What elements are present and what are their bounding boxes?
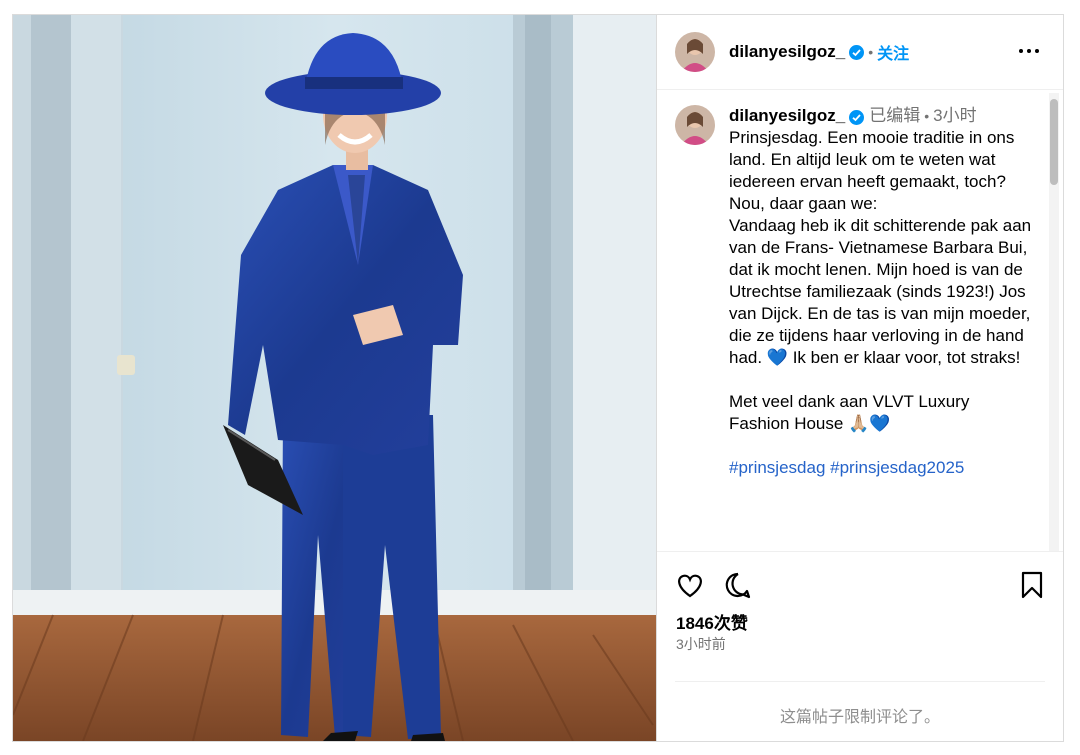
post-actions (675, 570, 1047, 602)
likes-count[interactable]: 1846次赞 (676, 609, 748, 634)
photo-image (13, 15, 656, 741)
caption-header: dilanyesilgoz_ 已编辑 • 3小时 (729, 105, 1034, 127)
separator-dot: • (924, 108, 930, 124)
caption-gap (729, 435, 1034, 457)
caption-time[interactable]: 3小时 (933, 105, 976, 127)
caption-avatar[interactable] (675, 105, 715, 145)
separator-dot: • (868, 44, 874, 60)
post-side-panel: dilanyesilgoz_ • 关注 dilanyesilgoz_ 已编辑 •… (656, 15, 1063, 741)
caption-text: Prinsjesdag. Een mooie traditie in ons l… (729, 128, 1032, 367)
post-header: dilanyesilgoz_ • 关注 (657, 15, 1063, 90)
caption-scrollbar[interactable] (1049, 93, 1059, 551)
divider (657, 551, 1063, 552)
caption-text-thanks: Met veel dank aan VLVT Luxury Fashion Ho… (729, 392, 970, 433)
scrollbar-thumb[interactable] (1050, 99, 1058, 185)
caption-gap (729, 369, 1034, 391)
avatar[interactable] (675, 32, 715, 72)
post-timestamp[interactable]: 3小时前 (676, 634, 726, 654)
follow-button[interactable]: 关注 (877, 40, 909, 64)
verified-badge-icon (849, 109, 865, 125)
caption-body: dilanyesilgoz_ 已编辑 • 3小时 Prinsjesdag. Ee… (729, 105, 1034, 551)
post-photo[interactable] (13, 15, 656, 741)
post-author-username[interactable]: dilanyesilgoz_ (729, 42, 845, 62)
divider (675, 681, 1045, 682)
hashtag-list: #prinsjesdag #prinsjesdag2025 (729, 457, 1034, 479)
comments-limited-notice: 这篇帖子限制评论了。 (779, 709, 940, 726)
caption-section: dilanyesilgoz_ 已编辑 • 3小时 Prinsjesdag. Ee… (657, 91, 1047, 551)
more-options-icon[interactable] (1017, 41, 1041, 61)
comment-icon[interactable] (723, 570, 753, 600)
verified-badge-icon (849, 44, 865, 60)
hashtag-link[interactable]: #prinsjesdag (729, 458, 825, 477)
heart-icon[interactable] (675, 570, 705, 600)
edited-label: 已编辑 (869, 106, 921, 125)
post-dialog: dilanyesilgoz_ • 关注 dilanyesilgoz_ 已编辑 •… (12, 14, 1064, 742)
caption-username[interactable]: dilanyesilgoz_ (729, 105, 845, 127)
hashtag-link[interactable]: #prinsjesdag2025 (830, 458, 964, 477)
bookmark-icon[interactable] (1017, 570, 1047, 600)
